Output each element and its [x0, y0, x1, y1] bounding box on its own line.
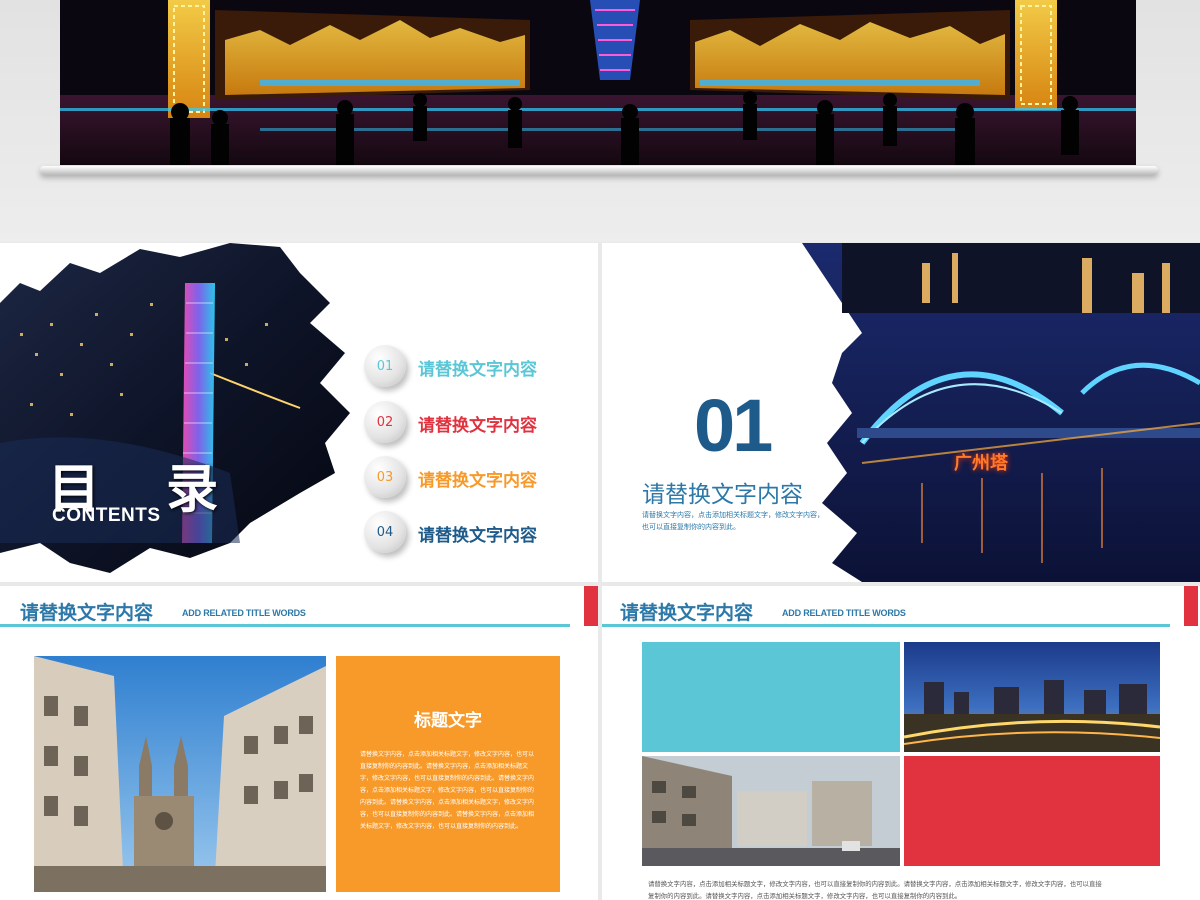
city-night-brush-photo — [0, 243, 350, 573]
section-number: 01 — [694, 384, 773, 467]
slide-table-of-contents[interactable]: 目 录 CONTENTS 01 请替换文字内容 02 请替换文字内容 03 请替… — [0, 243, 598, 582]
content-subtitle: ADD RELATED TITLE WORDS — [782, 608, 906, 618]
toc-number-badge: 04 — [364, 511, 406, 553]
slide-content-orange[interactable]: 请替换文字内容 ADD RELATED TITLE WORDS 标题文字 请替换… — [0, 586, 598, 900]
top-slide-area — [0, 0, 1200, 242]
toc-item-label[interactable]: 请替换文字内容 — [418, 411, 537, 436]
card-body-text: 请替换文字内容，点击添加相关标题文字，修改文字内容，也可以直接复制你的内容到此。… — [360, 751, 535, 830]
bridge-night-brush-photo — [802, 243, 1200, 582]
festival-illustration — [60, 0, 1136, 165]
toc-number-badge: 03 — [364, 456, 406, 498]
section-description-line: 也可以直接复制你的内容到此。 — [642, 523, 740, 531]
toc-item-label[interactable]: 请替换文字内容 — [418, 466, 537, 491]
header-underline — [0, 624, 570, 627]
toc-subheading: CONTENTS — [52, 505, 161, 526]
accent-marker — [1184, 586, 1198, 626]
toc-item-label[interactable]: 请替换文字内容 — [418, 521, 537, 546]
header-underline — [602, 624, 1170, 627]
slide-shelf-shadow — [40, 166, 1158, 175]
church-street-photo — [34, 656, 326, 892]
slide-content-grid[interactable]: 请替换文字内容 ADD RELATED TITLE WORDS 请替换文字内容，… — [602, 586, 1200, 900]
content-subtitle: ADD RELATED TITLE WORDS — [182, 608, 306, 618]
card-title: 标题文字 — [414, 711, 482, 731]
accent-marker — [584, 586, 598, 626]
city-dusk-photo — [904, 642, 1160, 752]
content-title: 请替换文字内容 — [20, 602, 154, 624]
orange-text-card: 标题文字 请替换文字内容，点击添加相关标题文字，修改文字内容，也可以直接复制你的… — [336, 656, 560, 892]
photo-sign-text: 广州塔 — [954, 453, 1008, 474]
toc-number-badge: 02 — [364, 401, 406, 443]
content-title: 请替换文字内容 — [620, 602, 754, 624]
body-text-line: 请替换文字内容，点击添加相关标题文字，修改文字内容，也可以直接复制你的内容到此。… — [648, 880, 1102, 888]
red-block — [904, 756, 1160, 866]
slide-section-cover[interactable]: 广州塔 01 请替换文字内容 请替换文字内容，点击添加相关标题文字，修改文字内容… — [602, 243, 1200, 582]
old-street-photo — [642, 756, 900, 866]
cyan-block — [642, 642, 900, 752]
toc-number-badge: 01 — [364, 345, 406, 387]
body-text-line: 复制你的内容到此。请替换文字内容，点击添加相关标题文字，修改文字内容，也可以直接… — [648, 892, 962, 900]
section-description-line: 请替换文字内容，点击添加相关标题文字，修改文字内容， — [642, 511, 824, 519]
night-festival-photo — [60, 0, 1136, 165]
section-title: 请替换文字内容 — [642, 482, 803, 508]
toc-item-label[interactable]: 请替换文字内容 — [418, 355, 537, 380]
